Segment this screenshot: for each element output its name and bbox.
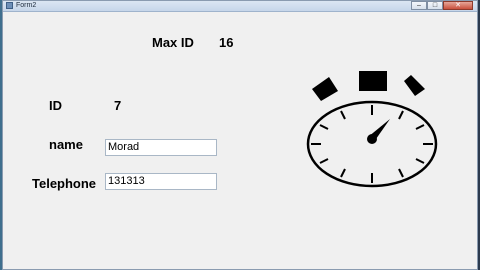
form2-window: Form2 – □ ✕ Max ID 16 ID 7 name Morad Te… [2,0,478,270]
telephone-textbox[interactable]: 131313 [105,173,217,190]
maximize-button[interactable]: □ [427,1,443,10]
title-bar[interactable]: Form2 – □ ✕ [3,1,477,12]
minimize-button[interactable]: – [411,1,427,10]
window-title: Form2 [16,2,37,9]
stopwatch-top-button [359,71,387,91]
max-id-value: 16 [219,35,234,50]
app-icon [6,2,13,9]
stopwatch-pivot [367,134,377,144]
id-value: 7 [114,98,122,113]
telephone-label: Telephone [32,176,97,191]
max-id-label: Max ID [152,35,194,50]
close-button[interactable]: ✕ [443,1,473,10]
stopwatch-icon [306,71,438,188]
stopwatch-left-button [312,77,338,101]
id-label: ID [49,98,62,113]
name-label: name [49,137,83,152]
stopwatch-right-button [404,75,425,96]
name-textbox[interactable]: Morad [105,139,217,156]
